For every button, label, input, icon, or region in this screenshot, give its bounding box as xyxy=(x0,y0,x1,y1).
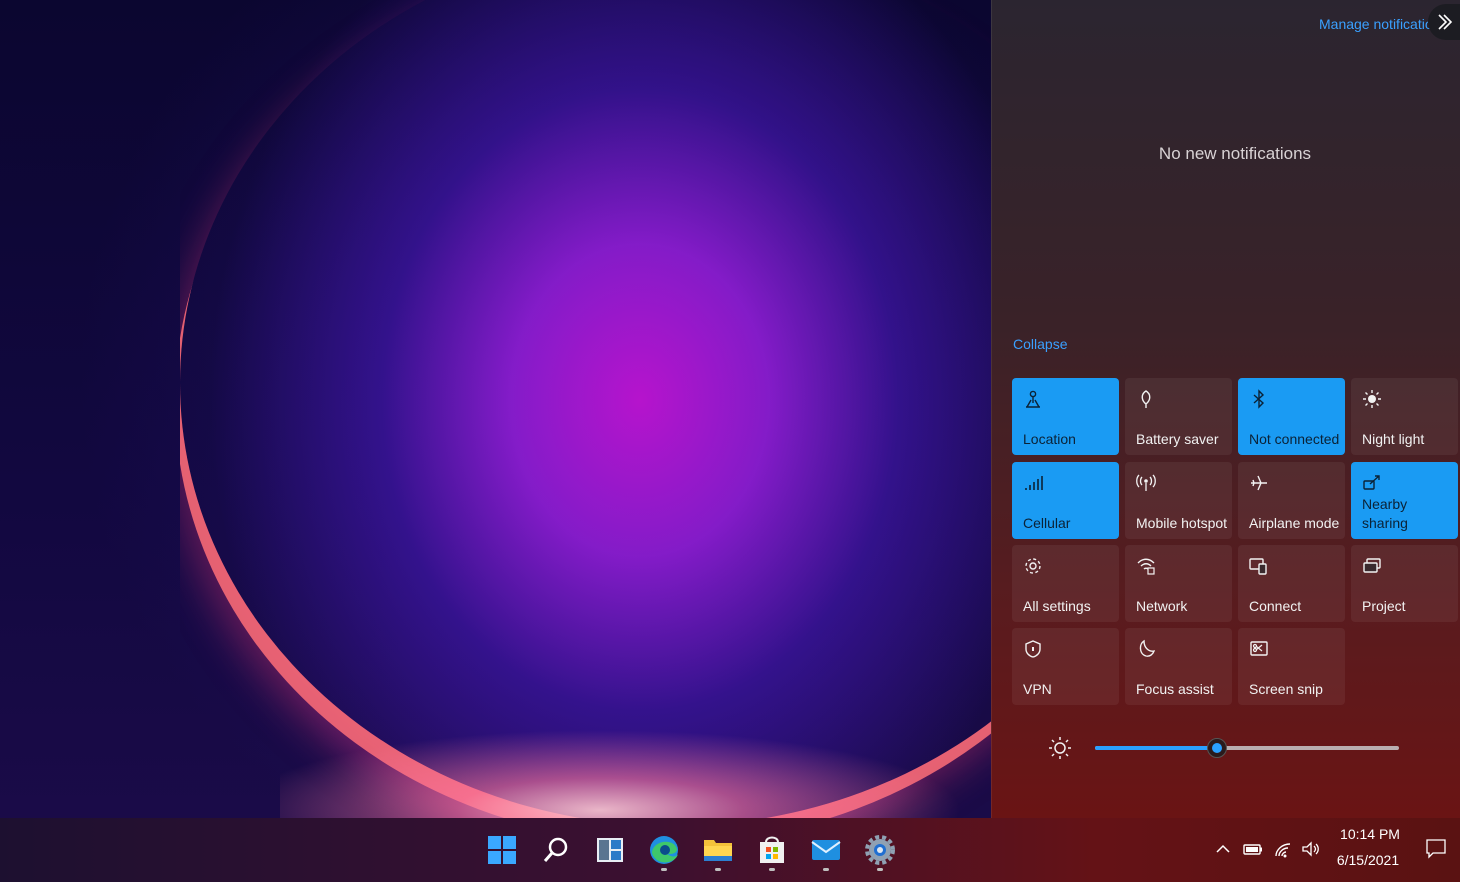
quick-action-bluetooth[interactable]: Not connected xyxy=(1238,378,1345,455)
tile-label: All settings xyxy=(1023,598,1091,614)
brightness-slider[interactable] xyxy=(1095,738,1399,758)
manage-notifications-link[interactable]: Manage notifications xyxy=(1319,16,1431,36)
running-indicator xyxy=(661,868,667,871)
quick-action-vpn[interactable]: VPN xyxy=(1012,628,1119,705)
tile-label: Network xyxy=(1136,598,1188,614)
start-icon[interactable] xyxy=(484,832,520,868)
network-icon xyxy=(1137,558,1155,575)
quick-action-night-light[interactable]: Night light xyxy=(1351,378,1458,455)
quick-action-network[interactable]: Network xyxy=(1125,545,1232,622)
collapse-link[interactable]: Collapse xyxy=(1013,336,1067,352)
quick-action-focus-assist[interactable]: Focus assist xyxy=(1125,628,1232,705)
notification-center-icon[interactable] xyxy=(1425,837,1447,859)
project-icon xyxy=(1363,558,1381,573)
gear-icon xyxy=(1025,558,1041,574)
quick-action-battery-saver[interactable]: Battery saver xyxy=(1125,378,1232,455)
quick-action-airplane-mode[interactable]: Airplane mode xyxy=(1238,462,1345,539)
volume-icon[interactable] xyxy=(1300,838,1322,860)
store-icon[interactable] xyxy=(754,832,790,868)
tile-label: Night light xyxy=(1362,431,1425,447)
file-explorer-icon[interactable] xyxy=(700,832,736,868)
tile-label: Airplane mode xyxy=(1249,515,1340,531)
night-light-icon xyxy=(1363,390,1381,408)
brightness-fill xyxy=(1095,746,1217,750)
edge-icon[interactable] xyxy=(646,832,682,868)
connect-icon xyxy=(1249,558,1267,575)
settings-icon[interactable] xyxy=(862,832,898,868)
action-center-panel: Manage notifications No new notification… xyxy=(991,0,1460,818)
quick-action-mobile-hotspot[interactable]: Mobile hotspot xyxy=(1125,462,1232,539)
hotspot-icon xyxy=(1136,474,1156,491)
tile-label: Nearby sharing xyxy=(1362,496,1408,531)
location-icon xyxy=(1026,390,1040,408)
mail-icon[interactable] xyxy=(808,832,844,868)
tile-label: Screen snip xyxy=(1249,681,1323,697)
no-notifications-message: No new notifications xyxy=(1158,144,1312,163)
taskbar: 10:14 PM 6/15/2021 xyxy=(0,818,1460,882)
battery-saver-icon xyxy=(1141,390,1151,408)
expand-button[interactable] xyxy=(1428,4,1460,40)
quick-action-location[interactable]: Location xyxy=(1012,378,1119,455)
screen-snip-icon xyxy=(1250,641,1268,656)
running-indicator xyxy=(877,868,883,871)
tile-label: Not connected xyxy=(1249,431,1340,447)
tile-label: Focus assist xyxy=(1136,681,1214,697)
brightness-icon xyxy=(1049,737,1071,759)
wallpaper-glow xyxy=(280,690,1000,820)
tile-label: Cellular xyxy=(1023,515,1071,531)
quick-action-all-settings[interactable]: All settings xyxy=(1012,545,1119,622)
running-indicator xyxy=(769,868,775,871)
cellular-icon xyxy=(1025,476,1043,490)
brightness-thumb[interactable] xyxy=(1206,738,1227,758)
chevron-up-icon[interactable] xyxy=(1212,838,1234,860)
task-view-icon[interactable] xyxy=(592,832,628,868)
clock-time[interactable]: 10:14 PM xyxy=(1330,826,1410,842)
battery-icon[interactable] xyxy=(1242,838,1264,860)
quick-action-project[interactable]: Project xyxy=(1351,545,1458,622)
wifi-icon[interactable] xyxy=(1272,838,1294,860)
quick-action-screen-snip[interactable]: Screen snip xyxy=(1238,628,1345,705)
airplane-icon xyxy=(1251,475,1267,491)
focus-assist-icon xyxy=(1139,639,1156,657)
running-indicator xyxy=(715,868,721,871)
vpn-icon xyxy=(1025,640,1041,658)
bluetooth-icon xyxy=(1253,389,1265,409)
nearby-sharing-icon xyxy=(1363,475,1380,490)
tile-label: Battery saver xyxy=(1136,431,1219,447)
quick-action-connect[interactable]: Connect xyxy=(1238,545,1345,622)
search-icon[interactable] xyxy=(538,832,574,868)
tile-label: Project xyxy=(1362,598,1406,614)
quick-action-nearby-sharing[interactable]: Nearby sharing xyxy=(1351,462,1458,539)
clock-date[interactable]: 6/15/2021 xyxy=(1328,852,1408,868)
double-chevron-icon xyxy=(1438,14,1453,30)
tile-label: Mobile hotspot xyxy=(1136,515,1228,531)
tile-label: Location xyxy=(1023,431,1076,447)
tile-label: Connect xyxy=(1249,598,1302,614)
brightness-control xyxy=(1047,735,1407,765)
tile-label: VPN xyxy=(1023,681,1052,697)
running-indicator xyxy=(823,868,829,871)
quick-action-cellular[interactable]: Cellular xyxy=(1012,462,1119,539)
